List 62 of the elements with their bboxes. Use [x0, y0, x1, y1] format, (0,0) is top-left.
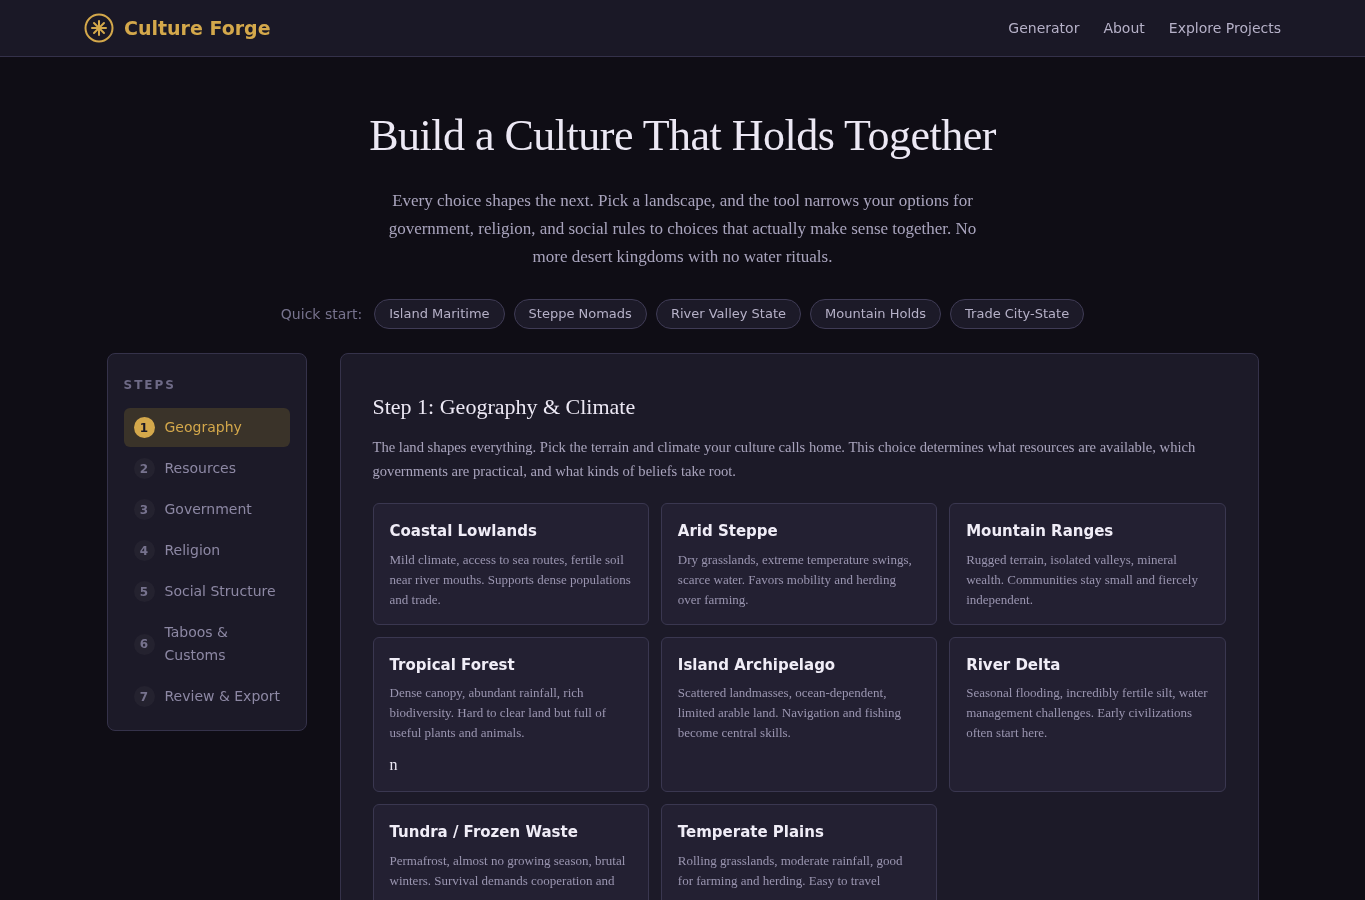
option-card[interactable]: Tundra / Frozen Waste Permafrost, almost no growing season, brutal winters. Survival demands cooperation and	[372, 804, 649, 900]
step-item[interactable]: 1 Geography	[123, 408, 290, 447]
step-number: 7	[133, 686, 155, 707]
nav-link[interactable]: Generator	[1008, 17, 1080, 39]
step-number: 2	[133, 458, 155, 479]
step-item[interactable]: 5 Social Structure	[123, 572, 290, 611]
step-number: 3	[133, 499, 155, 520]
quick-start-label: Quick start:	[280, 304, 363, 324]
step-label: Government	[164, 500, 252, 519]
preset-chip[interactable]: Mountain Holds	[810, 299, 942, 329]
option-description: Rugged terrain, isolated valleys, mineral wealth. Communities stay small and fiercely independent.	[966, 550, 1199, 609]
option-title: Temperate Plains	[677, 822, 825, 843]
step-label: Taboos & Customs	[164, 623, 229, 665]
option-description: Mild climate, access to sea routes, fertile soil near river mouths. Supports dense populations and trade.	[389, 550, 632, 609]
option-description: Dry grasslands, extreme temperature swings, scarce water. Favors mobility and herding over farming.	[677, 550, 913, 609]
step-label: Geography	[164, 418, 242, 437]
step-label: Social Structure	[164, 582, 276, 601]
preset-chip[interactable]: Island Maritime	[374, 299, 505, 329]
option-description: Scattered landmasses, ocean-dependent, limited arable land. Navigation and fishing become central skills.	[677, 684, 902, 742]
step-number: 5	[133, 581, 155, 602]
nav-link[interactable]: Explore Projects	[1168, 17, 1281, 39]
preset-chip[interactable]: Steppe Nomads	[513, 299, 647, 329]
option-card[interactable]: River Delta Seasonal flooding, incredibly fertile silt, water management challenges. Early civilizations often start here.	[949, 636, 1226, 792]
step-label: Review & Export	[164, 687, 281, 706]
stray-text: n	[389, 755, 399, 775]
option-description: Dense canopy, abundant rainfall, rich biodiversity. Hard to clear land but full of useful plants and animals.	[389, 684, 607, 742]
preset-chip[interactable]: River Valley State	[655, 299, 801, 329]
brand-name: Culture Forge	[124, 15, 271, 41]
step-description: The land shapes everything. Pick the terrain and climate your culture calls home. This choice determines what resources are available, which governments are practical, and what kinds of beliefs take root.	[372, 438, 1197, 481]
page-title: Build a Culture That Holds Together	[369, 110, 996, 162]
intro-paragraph: Every choice shapes the next. Pick a landscape, and the tool narrows your options for government, religion, and social rules to choices that actually make sense together. No more desert kingdoms with no water rituals.	[387, 190, 978, 268]
step-title: Step 1: Geography & Climate	[372, 393, 637, 421]
steps-heading: STEPS	[123, 377, 177, 394]
option-description: Rolling grasslands, moderate rainfall, good for farming and herding. Easy to travel	[677, 851, 904, 890]
step-number: 6	[133, 633, 155, 655]
step-item[interactable]: 3 Government	[123, 490, 290, 529]
option-title: Tundra / Frozen Waste	[389, 822, 579, 843]
option-card[interactable]: Arid Steppe Dry grasslands, extreme temperature swings, scarce water. Favors mobility and herding over farming.	[660, 503, 938, 625]
preset-chip[interactable]: Trade City-State	[950, 299, 1085, 329]
option-title: Tropical Forest	[389, 654, 516, 676]
option-card[interactable]: Mountain Ranges Rugged terrain, isolated valleys, mineral wealth. Communities stay small and fiercely independent.	[949, 503, 1226, 625]
option-description: Permafrost, almost no growing season, brutal winters. Survival demands cooperation and	[389, 851, 627, 890]
option-description: Seasonal flooding, incredibly fertile silt, water management challenges. Early civilizations often start here.	[966, 684, 1209, 742]
step-item[interactable]: 7 Review & Export	[123, 677, 290, 716]
option-card[interactable]: Coastal Lowlands Mild climate, access to sea routes, fertile soil near river mouths. Supports dense populations and trade.	[372, 503, 649, 625]
step-number: 4	[133, 540, 155, 561]
option-title: Island Archipelago	[677, 654, 837, 676]
step-item[interactable]: 4 Religion	[123, 531, 290, 570]
step-item[interactable]: 2 Resources	[123, 449, 290, 488]
option-card[interactable]: Temperate Plains Rolling grasslands, moderate rainfall, good for farming and herding. Easy to travel	[660, 804, 938, 900]
option-card[interactable]: Tropical Forest Dense canopy, abundant rainfall, rich biodiversity. Hard to clear land but full of useful plants and animals. n	[372, 636, 649, 792]
option-title: River Delta	[966, 654, 1062, 676]
step-number: 1	[133, 417, 155, 438]
option-card[interactable]: Island Archipelago Scattered landmasses, ocean-dependent, limited arable land. Navigation and fishing become central skills.	[660, 636, 938, 792]
option-title: Coastal Lowlands	[389, 521, 538, 542]
step-item[interactable]: 6 Taboos & Customs	[123, 613, 290, 675]
step-label: Resources	[164, 459, 236, 478]
sun-logo-icon	[84, 13, 114, 43]
step-label: Religion	[164, 541, 221, 560]
option-title: Mountain Ranges	[966, 521, 1115, 542]
option-title: Arid Steppe	[677, 521, 779, 542]
nav-link[interactable]: About	[1103, 17, 1145, 39]
